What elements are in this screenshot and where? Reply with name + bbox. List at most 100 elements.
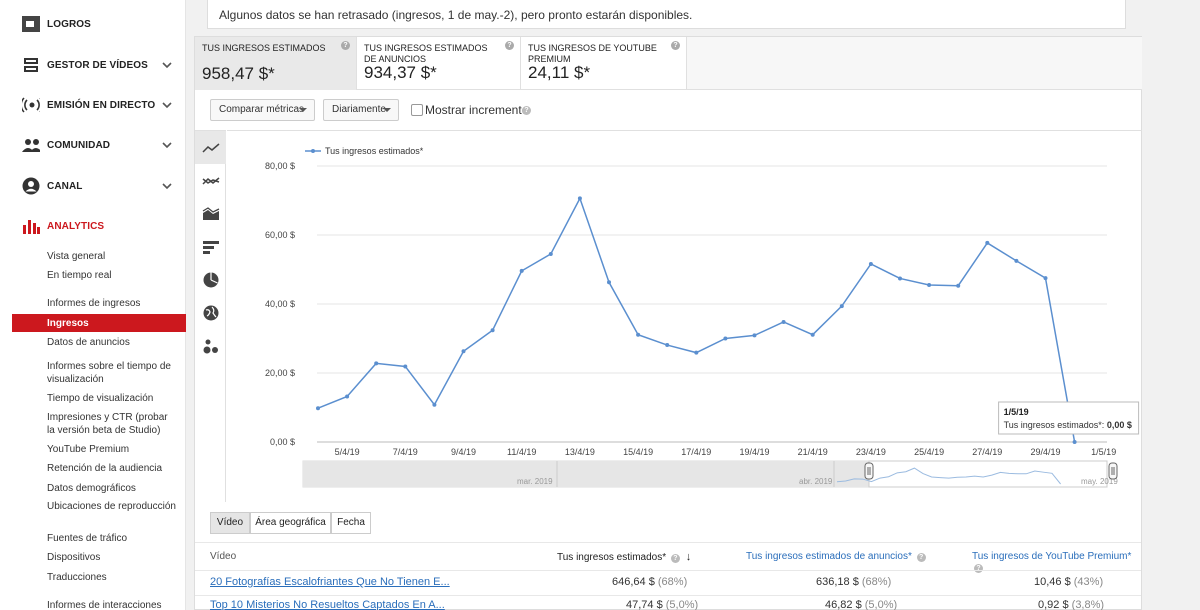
account-circle-icon — [22, 177, 40, 195]
tab-fecha[interactable]: Fecha — [331, 512, 371, 534]
metric-value: 958,47 $* — [202, 64, 275, 83]
metric-value: 934,37 $* — [364, 63, 437, 82]
video-title-link[interactable]: Top 10 Misterios No Resueltos Captados E… — [210, 599, 445, 610]
sidebar: LOGROS GESTOR DE VÍDEOS EMISIÓN EN DIREC… — [0, 0, 186, 610]
divider — [195, 570, 1141, 571]
bar-chart-icon[interactable] — [195, 230, 226, 263]
metric-ingresos-premium[interactable]: TUS INGRESOS DE YOUTUBE PREMIUM 24,11 $*… — [521, 37, 687, 90]
caret-down-icon — [299, 108, 307, 112]
cell-percent: (68%) — [657, 576, 688, 588]
help-icon[interactable]: ? — [341, 41, 350, 50]
nav-emision[interactable]: EMISIÓN EN DIRECTO — [0, 85, 186, 125]
tab-video[interactable]: Vídeo — [210, 512, 250, 534]
bubble-chart-icon[interactable] — [195, 329, 226, 362]
area-chart-icon[interactable] — [195, 197, 226, 230]
navigator-handle[interactable] — [1108, 462, 1118, 480]
legend-marker — [311, 149, 315, 153]
show-increment-checkbox[interactable] — [411, 104, 423, 116]
chevron-down-icon — [162, 102, 172, 109]
col-header-premium-label: Tus ingresos de YouTube Premium* — [972, 551, 1132, 562]
sidebar-item-traducciones[interactable]: Traducciones — [47, 571, 177, 584]
col-header-video[interactable]: Vídeo — [210, 551, 236, 562]
x-tick-label: 27/4/19 — [972, 447, 1002, 457]
data-point — [898, 276, 902, 281]
help-icon[interactable]: ? — [505, 41, 514, 50]
video-title-link[interactable]: 20 Fotografías Escalofriantes Que No Tie… — [210, 576, 450, 588]
nav-canal-label: CANAL — [47, 180, 83, 192]
show-increment-label: Mostrar incremento — [425, 103, 529, 117]
data-point — [432, 402, 437, 407]
nav-logros[interactable]: LOGROS — [0, 4, 186, 44]
nav-canal[interactable]: CANAL — [0, 166, 186, 206]
cell-percent: (68%) — [861, 576, 892, 588]
sidebar-item-retencion[interactable]: Retención de la audiencia — [47, 462, 177, 475]
sidebar-item-informes-tiempo[interactable]: Informes sobre el tiempo de visualizació… — [47, 360, 177, 386]
help-icon[interactable]: ? — [671, 41, 680, 50]
sidebar-item-fuentes-trafico[interactable]: Fuentes de tráfico — [47, 532, 177, 545]
revenue-chart: Tus ingresos estimados* 0,00 $ 20,00 $ 40,0… — [227, 130, 1142, 502]
sidebar-item-tiempo-visualizacion[interactable]: Tiempo de visualización — [47, 392, 177, 405]
cell-percent: (5,0%) — [665, 599, 699, 610]
col-header-anuncios-label: Tus ingresos estimados de anuncios* — [746, 551, 912, 562]
col-header-ingresos-estimados[interactable]: Tus ingresos estimados* ? ↓ — [557, 551, 691, 563]
data-point — [1014, 258, 1019, 263]
y-tick-label: 0,00 $ — [270, 437, 295, 447]
sidebar-item-ingresos[interactable]: Ingresos — [47, 317, 177, 330]
sidebar-item-informes-interacciones[interactable]: Informes de interacciones — [47, 599, 177, 610]
line-chart-icon[interactable] — [195, 131, 226, 164]
help-icon[interactable]: ? — [522, 106, 531, 115]
nav-logros-label: LOGROS — [47, 18, 91, 30]
x-tick-label: 17/4/19 — [681, 447, 711, 457]
sidebar-item-vista-general[interactable]: Vista general — [47, 250, 177, 263]
sidebar-item-tiempo-real[interactable]: En tiempo real — [47, 269, 177, 282]
table-cell: 10,46 $ (43%) — [1034, 576, 1103, 588]
navigator-selected-range — [868, 460, 1108, 488]
data-point — [723, 336, 728, 341]
tab-area-geografica[interactable]: Área geográfica — [250, 512, 331, 534]
x-tick-label: 7/4/19 — [393, 447, 418, 457]
data-point — [985, 240, 990, 245]
data-point — [839, 304, 844, 309]
col-header-ingresos-anuncios[interactable]: Tus ingresos estimados de anuncios* ? — [746, 551, 926, 562]
nav-gestor-videos[interactable]: GESTOR DE VÍDEOS — [0, 45, 186, 85]
sort-desc-arrow-icon[interactable]: ↓ — [686, 551, 692, 563]
metric-ingresos-anuncios[interactable]: TUS INGRESOS ESTIMADOS DE ANUNCIOS 934,3… — [357, 37, 521, 90]
sidebar-item-dispositivos[interactable]: Dispositivos — [47, 551, 177, 564]
data-point — [403, 364, 408, 369]
globe-icon[interactable] — [195, 296, 226, 329]
sidebar-item-youtube-premium[interactable]: YouTube Premium — [47, 443, 177, 456]
data-point — [374, 361, 379, 366]
data-point — [752, 333, 757, 338]
navigator-handle[interactable] — [864, 462, 874, 480]
divider — [195, 595, 1141, 596]
compare-metrics-dropdown[interactable]: Comparar métricas — [210, 99, 315, 121]
sidebar-item-demograficos[interactable]: Datos demográficos — [47, 482, 177, 495]
navigator-masked-range — [303, 461, 869, 487]
interval-dropdown[interactable]: Diariamente — [323, 99, 399, 121]
data-point — [607, 280, 611, 285]
nav-analytics[interactable]: ANALYTICS — [0, 206, 186, 246]
metric-ingresos-estimados[interactable]: TUS INGRESOS ESTIMADOS 958,47 $* ? — [195, 37, 357, 90]
help-icon[interactable]: ? — [974, 564, 983, 573]
data-point — [781, 319, 786, 324]
sidebar-item-impresiones-ctr[interactable]: Impresiones y CTR (probar la versión bet… — [47, 411, 177, 437]
chevron-down-icon — [162, 142, 172, 149]
sidebar-item-informes-ingresos[interactable]: Informes de ingresos — [47, 297, 177, 310]
help-icon[interactable]: ? — [916, 553, 926, 562]
cell-value: 47,74 $ — [626, 599, 663, 610]
live-broadcast-icon — [22, 96, 40, 114]
compare-metrics-label: Comparar métricas — [219, 104, 305, 115]
cell-percent: (3,8%) — [1071, 599, 1105, 610]
cell-value: 46,82 $ — [825, 599, 862, 610]
pie-chart-icon[interactable] — [195, 263, 226, 296]
data-point — [345, 394, 350, 399]
sidebar-item-datos-anuncios[interactable]: Datos de anuncios — [47, 336, 177, 349]
sidebar-item-ubicaciones[interactable]: Ubicaciones de reproducción — [47, 500, 177, 513]
interval-label: Diariamente — [332, 104, 386, 115]
cell-percent: (5,0%) — [864, 599, 898, 610]
metric-bar-empty — [687, 37, 1142, 90]
metric-title: TUS INGRESOS ESTIMADOS — [202, 43, 326, 53]
help-icon[interactable]: ? — [670, 554, 680, 563]
multi-line-chart-icon[interactable] — [195, 164, 226, 197]
nav-comunidad[interactable]: COMUNIDAD — [0, 125, 186, 165]
